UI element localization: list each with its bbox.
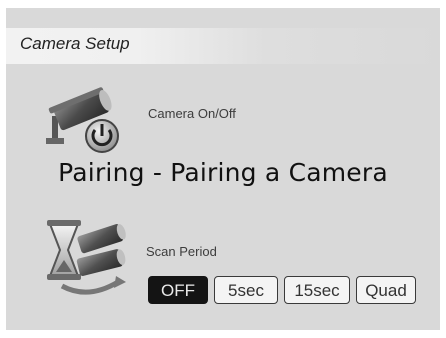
camera-setup-panel: Camera Setup Camera On/Off Pairing - Pai…	[6, 8, 440, 330]
overlay-title: Pairing - Pairing a Camera	[58, 158, 388, 187]
camera-power-icon[interactable]	[42, 76, 128, 160]
scan-period-label[interactable]: Scan Period	[146, 244, 217, 259]
scan-15sec-button[interactable]: 15sec	[284, 276, 350, 304]
camera-scan-icon[interactable]	[42, 216, 134, 300]
camera-onoff-label[interactable]: Camera On/Off	[148, 106, 236, 121]
scan-period-options: OFF 5sec 15sec Quad	[148, 276, 416, 306]
scan-quad-button[interactable]: Quad	[356, 276, 416, 304]
scan-5sec-button[interactable]: 5sec	[214, 276, 278, 304]
scan-off-button[interactable]: OFF	[148, 276, 208, 304]
panel-title: Camera Setup	[20, 34, 130, 53]
panel-header: Camera Setup	[6, 28, 440, 64]
